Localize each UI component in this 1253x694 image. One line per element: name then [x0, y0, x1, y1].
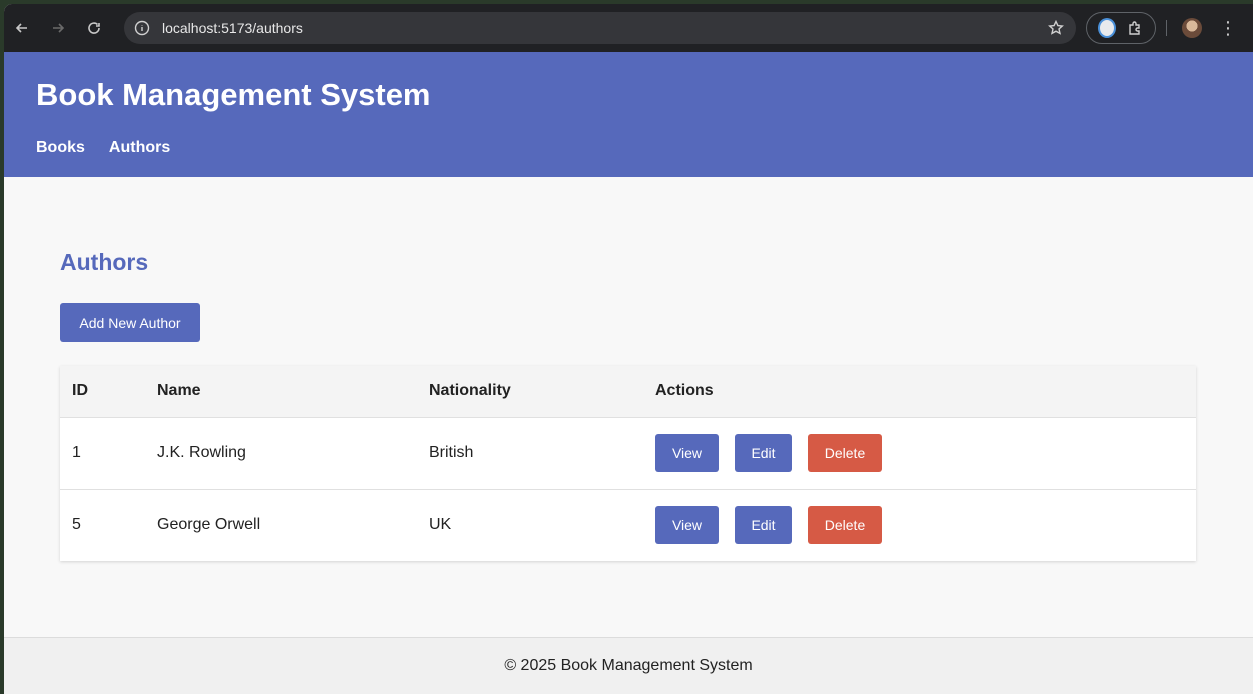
- table-row: 5 George Orwell UK View Edit Delete: [60, 489, 1196, 561]
- puzzle-icon[interactable]: [1126, 19, 1144, 37]
- toolbar-divider: [1166, 20, 1167, 36]
- back-arrow-icon[interactable]: [4, 10, 40, 46]
- nav-link-authors[interactable]: Authors: [109, 139, 170, 157]
- column-header-id: ID: [72, 382, 88, 400]
- table-row: 1 J.K. Rowling British View Edit Delete: [60, 417, 1196, 489]
- forward-arrow-icon[interactable]: [40, 10, 76, 46]
- browser-window: localhost:5173/authors ⋮ Book Management…: [4, 4, 1253, 694]
- delete-button[interactable]: Delete: [808, 506, 882, 545]
- view-button[interactable]: View: [655, 506, 719, 545]
- site-info-icon[interactable]: [134, 20, 150, 36]
- cell-actions: View Edit Delete: [643, 489, 1196, 561]
- profile-avatar[interactable]: [1182, 18, 1202, 38]
- cell-nationality: UK: [429, 516, 452, 534]
- kebab-menu-icon[interactable]: ⋮: [1219, 18, 1237, 38]
- main-content: Authors Add New Author ID Name Nationali…: [4, 177, 1253, 637]
- table-header-row: ID Name Nationality Actions: [60, 366, 1196, 417]
- cell-name: George Orwell: [157, 516, 261, 534]
- cell-id: 1: [72, 444, 81, 461]
- cell-id: 5: [72, 516, 81, 534]
- main-nav: Books Authors: [36, 139, 170, 157]
- bookmark-star-icon[interactable]: [1048, 20, 1064, 36]
- app-header: Book Management System Books Authors: [4, 52, 1253, 177]
- cell-nationality: British: [429, 444, 474, 461]
- nav-link-books[interactable]: Books: [36, 139, 85, 157]
- reload-icon[interactable]: [76, 10, 112, 46]
- app-title: Book Management System: [36, 77, 431, 112]
- cell-name: J.K. Rowling: [157, 444, 246, 461]
- extensions-group: [1086, 12, 1156, 44]
- authors-table-container: ID Name Nationality Actions 1 J.K. Rowli…: [60, 366, 1196, 561]
- column-header-name: Name: [157, 382, 201, 400]
- address-bar[interactable]: localhost:5173/authors: [124, 12, 1076, 44]
- url-text[interactable]: localhost:5173/authors: [162, 20, 303, 36]
- page-title: Authors: [60, 249, 149, 275]
- cell-actions: View Edit Delete: [643, 417, 1196, 489]
- authors-table: ID Name Nationality Actions 1 J.K. Rowli…: [60, 366, 1196, 561]
- view-button[interactable]: View: [655, 434, 719, 472]
- column-header-nationality: Nationality: [429, 382, 511, 400]
- extension-icon[interactable]: [1098, 18, 1116, 38]
- delete-button[interactable]: Delete: [808, 434, 882, 472]
- app-footer: © 2025 Book Management System: [4, 637, 1253, 694]
- add-new-author-button[interactable]: Add New Author: [60, 303, 200, 342]
- footer-text: © 2025 Book Management System: [504, 657, 753, 674]
- edit-button[interactable]: Edit: [735, 434, 792, 472]
- browser-toolbar: localhost:5173/authors ⋮: [4, 4, 1253, 52]
- column-header-actions: Actions: [655, 382, 714, 400]
- edit-button[interactable]: Edit: [735, 506, 792, 545]
